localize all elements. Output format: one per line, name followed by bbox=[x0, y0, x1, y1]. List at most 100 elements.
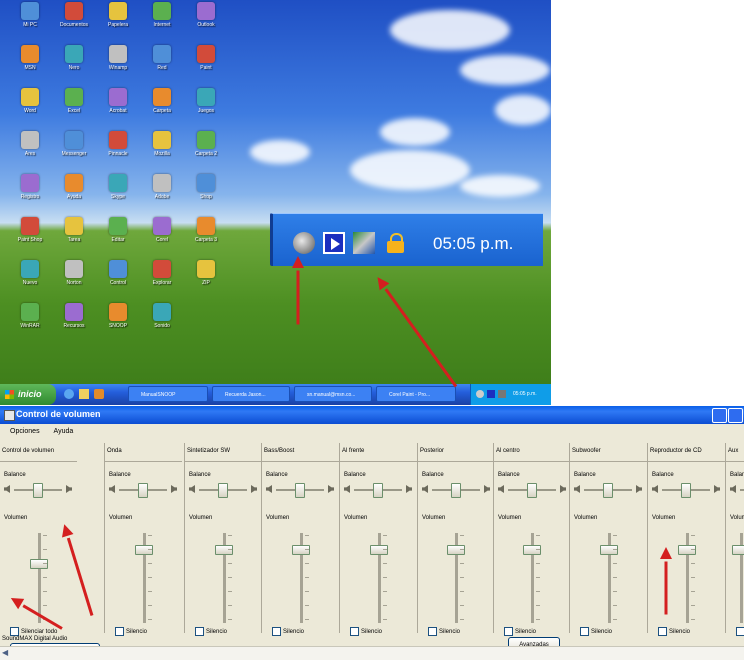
desktop-icon[interactable]: Excel bbox=[52, 88, 96, 128]
taskbar-button[interactable]: sn.manual@msn.co... bbox=[294, 386, 372, 402]
divider bbox=[105, 461, 182, 462]
desktop-icon[interactable]: Nero bbox=[52, 45, 96, 85]
tray-clock: 05:05 p.m. bbox=[433, 234, 514, 253]
desktop-icon[interactable]: Recursos bbox=[52, 303, 96, 343]
balance-slider[interactable] bbox=[574, 483, 644, 498]
taskbar-button[interactable]: Corel Paint - Pro... bbox=[376, 386, 456, 402]
balance-slider[interactable] bbox=[652, 483, 722, 498]
desktop-icon[interactable]: Mi PC bbox=[8, 2, 52, 42]
desktop-icon[interactable]: SNOOP bbox=[96, 303, 140, 343]
desktop-icon[interactable]: Nuevo bbox=[8, 260, 52, 300]
desktop-icon[interactable]: Paint bbox=[184, 45, 228, 85]
desktop-icon[interactable]: Shop bbox=[184, 174, 228, 214]
balance-thumb[interactable] bbox=[33, 483, 43, 498]
volume-tray-icon[interactable] bbox=[476, 390, 484, 398]
lock-icon[interactable] bbox=[385, 232, 407, 254]
volume-thumb[interactable] bbox=[292, 545, 310, 555]
balance-slider[interactable] bbox=[498, 483, 568, 498]
balance-slider[interactable] bbox=[109, 483, 179, 498]
desktop-icon[interactable]: Messenger bbox=[52, 131, 96, 171]
balance-thumb[interactable] bbox=[451, 483, 461, 498]
desktop-icon[interactable]: Tarea bbox=[52, 217, 96, 257]
horizontal-scrollbar[interactable]: ◀ bbox=[0, 646, 744, 660]
desktop-icon[interactable]: Ares bbox=[8, 131, 52, 171]
desktop-icon[interactable]: Paint Shop bbox=[8, 217, 52, 257]
channel-name: Posterior bbox=[420, 448, 445, 454]
balance-thumb[interactable] bbox=[527, 483, 537, 498]
taskbar-button[interactable]: Recuerda Jason... bbox=[212, 386, 290, 402]
taskbar-button[interactable]: ManualSNOOP bbox=[128, 386, 208, 402]
volume-thumb[interactable] bbox=[678, 545, 696, 555]
desktop-icon[interactable]: Juegos bbox=[184, 88, 228, 128]
desktop-icon[interactable]: Acrobat bbox=[96, 88, 140, 128]
desktop-icon[interactable]: Carpeta 3 bbox=[184, 217, 228, 257]
outlook-icon[interactable] bbox=[79, 389, 89, 399]
title-bar[interactable]: Control de volumen bbox=[0, 406, 744, 424]
media-player-icon[interactable] bbox=[323, 232, 345, 254]
desktop-icon[interactable]: Pinnacle bbox=[96, 131, 140, 171]
balance-slider[interactable] bbox=[344, 483, 414, 498]
balance-slider[interactable] bbox=[730, 483, 744, 497]
start-button[interactable]: inicio bbox=[0, 384, 56, 405]
desktop-icon[interactable]: Documentos bbox=[52, 2, 96, 42]
volume-thumb[interactable] bbox=[600, 545, 618, 555]
desktop-icon[interactable]: Winamp bbox=[96, 45, 140, 85]
media-icon[interactable] bbox=[94, 389, 104, 399]
media-tray-icon[interactable] bbox=[487, 390, 495, 398]
desktop-icon[interactable]: Adobe bbox=[140, 174, 184, 214]
balance-thumb[interactable] bbox=[218, 483, 228, 498]
desktop-icon-label: Red bbox=[157, 65, 167, 71]
volume-thumb[interactable] bbox=[370, 545, 388, 555]
balance-slider[interactable] bbox=[189, 483, 259, 498]
channel-column: Bass/Boost Balance Volumen Silencio bbox=[262, 443, 340, 636]
volume-thumb[interactable] bbox=[732, 545, 744, 555]
balance-thumb[interactable] bbox=[138, 483, 148, 498]
volume-thumb[interactable] bbox=[30, 559, 48, 569]
desktop-icon[interactable]: Skype bbox=[96, 174, 140, 214]
desktop-icon[interactable]: ZIP bbox=[184, 260, 228, 300]
minimize-button[interactable] bbox=[712, 408, 727, 423]
ie-icon[interactable] bbox=[64, 389, 74, 399]
menu-opciones[interactable]: Opciones bbox=[10, 428, 40, 435]
desktop-icon[interactable]: WinRAR bbox=[8, 303, 52, 343]
volume-thumb[interactable] bbox=[523, 545, 541, 555]
desktop-icon-label: Norton bbox=[66, 280, 82, 286]
balance-thumb[interactable] bbox=[681, 483, 691, 498]
balance-thumb[interactable] bbox=[603, 483, 613, 498]
balance-slider[interactable] bbox=[266, 483, 336, 498]
desktop-icon[interactable]: Editar bbox=[96, 217, 140, 257]
balance-slider[interactable] bbox=[4, 483, 74, 498]
desktop-icon[interactable]: Red bbox=[140, 45, 184, 85]
maximize-button[interactable] bbox=[728, 408, 743, 423]
volume-thumb[interactable] bbox=[447, 545, 465, 555]
volume-thumb[interactable] bbox=[135, 545, 153, 555]
desktop-icon[interactable]: Word bbox=[8, 88, 52, 128]
desktop-icon[interactable]: Internet bbox=[140, 2, 184, 42]
desktop-icon[interactable]: MSN bbox=[8, 45, 52, 85]
desktop-icon[interactable]: Sonido bbox=[140, 303, 184, 343]
desktop-icon[interactable]: Mozilla bbox=[140, 131, 184, 171]
desktop-icon[interactable]: Papelera bbox=[96, 2, 140, 42]
scroll-left-arrow-icon[interactable]: ◀ bbox=[2, 648, 8, 657]
desktop-icon[interactable]: Carpeta bbox=[140, 88, 184, 128]
desktop-icon[interactable]: Registro bbox=[8, 174, 52, 214]
desktop-icon[interactable]: Outlook bbox=[184, 2, 228, 42]
divider bbox=[570, 461, 647, 462]
volume-speaker-icon[interactable] bbox=[293, 232, 315, 254]
volume-label: Volumen bbox=[4, 515, 28, 521]
balance-slider[interactable] bbox=[422, 483, 492, 498]
network-tray-icon[interactable] bbox=[498, 390, 506, 398]
desktop-icon-label: Explorar bbox=[152, 280, 172, 286]
desktop-icon[interactable]: Control bbox=[96, 260, 140, 300]
desktop-icon[interactable]: Explorar bbox=[140, 260, 184, 300]
desktop-icon[interactable]: Ayuda bbox=[52, 174, 96, 214]
balance-thumb[interactable] bbox=[295, 483, 305, 498]
desktop-icon-label: Internet bbox=[153, 22, 171, 28]
menu-ayuda[interactable]: Ayuda bbox=[54, 428, 74, 435]
desktop-icon[interactable]: Norton bbox=[52, 260, 96, 300]
volume-thumb[interactable] bbox=[215, 545, 233, 555]
balance-thumb[interactable] bbox=[373, 483, 383, 498]
desktop-icon[interactable]: Corel bbox=[140, 217, 184, 257]
desktop-icon[interactable]: Carpeta 2 bbox=[184, 131, 228, 171]
network-icon[interactable] bbox=[353, 232, 375, 254]
